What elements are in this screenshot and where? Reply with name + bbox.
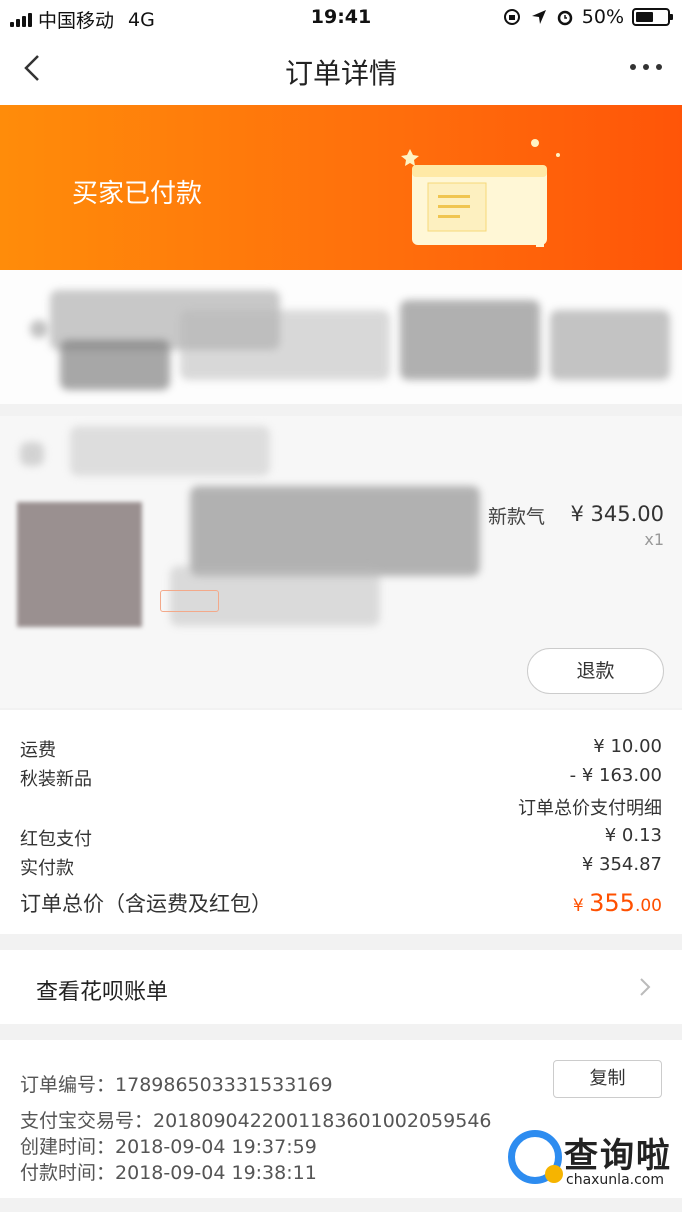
product-tag bbox=[160, 590, 219, 612]
order-status-text: 买家已付款 bbox=[72, 179, 203, 209]
product-thumbnail[interactable] bbox=[17, 502, 142, 627]
orientation-lock-icon bbox=[503, 9, 520, 25]
alipay-trade-value: 2018090422001183601002059546 bbox=[153, 1110, 492, 1132]
total-decimal: .00 bbox=[634, 896, 662, 916]
product-title[interactable]: 新款气 bbox=[488, 502, 545, 529]
page-title: 订单详情 bbox=[284, 57, 397, 90]
alarm-icon bbox=[557, 10, 573, 26]
fee-row: 运费 ¥ 10.00 bbox=[20, 736, 662, 762]
order-status-banner: 买家已付款 bbox=[0, 105, 682, 270]
fee-label: 运费 bbox=[20, 740, 56, 761]
payment-amount: ¥ 354.87 bbox=[581, 854, 662, 875]
order-number-line: 订单编号：178986503331533169 bbox=[20, 1070, 333, 1097]
paid-time-line: 付款时间：2018-09-04 19:38:11 bbox=[20, 1158, 317, 1185]
created-time-label: 创建时间： bbox=[20, 1136, 116, 1158]
created-time-line: 创建时间：2018-09-04 19:37:59 bbox=[20, 1132, 317, 1159]
refund-button[interactable]: 退款 bbox=[527, 648, 664, 694]
battery-percent: 50% bbox=[581, 6, 624, 28]
payment-amount: ¥ 0.13 bbox=[604, 825, 662, 846]
payment-row: 红包支付 ¥ 0.13 bbox=[20, 825, 662, 851]
nav-bar: 订单详情 bbox=[0, 34, 682, 105]
created-time-value: 2018-09-04 19:37:59 bbox=[115, 1136, 317, 1158]
watermark-title: 查询啦 bbox=[564, 1136, 672, 1176]
paid-time-value: 2018-09-04 19:38:11 bbox=[115, 1162, 317, 1184]
status-bar: 中国移动 4G 19:41 50% bbox=[0, 0, 682, 34]
copy-order-number-button[interactable]: 复制 bbox=[553, 1060, 662, 1098]
shop-product-section: 新款气 ¥ 345.00 x1 退款 bbox=[0, 416, 682, 708]
huabei-bill-label: 查看花呗账单 bbox=[36, 980, 169, 1005]
fee-label: 秋装新品 bbox=[20, 769, 92, 790]
shipping-address-redacted bbox=[0, 270, 682, 404]
status-right: 50% bbox=[502, 6, 673, 28]
total-integer: 355 bbox=[589, 889, 635, 917]
alipay-trade-label: 支付宝交易号： bbox=[20, 1110, 154, 1132]
location-arrow-icon bbox=[531, 10, 546, 24]
alipay-trade-line: 支付宝交易号：2018090422001183601002059546 bbox=[20, 1106, 492, 1133]
order-number-label: 订单编号： bbox=[20, 1074, 116, 1096]
payment-row: 实付款 ¥ 354.87 bbox=[20, 854, 662, 880]
battery-icon bbox=[632, 8, 673, 26]
order-total-row: 订单总价（含运费及红包） ¥ 355.00 bbox=[20, 888, 662, 918]
order-total-label: 订单总价（含运费及红包） bbox=[20, 892, 272, 916]
payment-label: 红包支付 bbox=[20, 829, 92, 850]
fee-row: 秋装新品 - ¥ 163.00 bbox=[20, 765, 662, 791]
payment-label: 实付款 bbox=[20, 858, 74, 879]
payment-detail-link[interactable]: 订单总价支付明细 bbox=[518, 794, 662, 820]
package-illustration-icon bbox=[401, 139, 560, 247]
chevron-right-icon bbox=[640, 978, 651, 996]
price-breakdown: 运费 ¥ 10.00 秋装新品 - ¥ 163.00 订单总价支付明细 红包支付… bbox=[0, 710, 682, 934]
site-watermark: 查询啦 chaxunla.com bbox=[508, 1128, 678, 1192]
paid-time-label: 付款时间： bbox=[20, 1162, 116, 1184]
product-price: ¥ 345.00 bbox=[570, 502, 664, 526]
more-menu-icon[interactable] bbox=[630, 64, 662, 74]
total-currency: ¥ bbox=[572, 896, 584, 916]
watermark-subtitle: chaxunla.com bbox=[566, 1172, 664, 1188]
order-number-value: 178986503331533169 bbox=[115, 1074, 333, 1096]
product-quantity: x1 bbox=[644, 530, 664, 549]
huabei-bill-row[interactable]: 查看花呗账单 bbox=[0, 950, 682, 1024]
order-total-amount: ¥ 355.00 bbox=[573, 889, 662, 917]
search-logo-icon bbox=[508, 1130, 563, 1184]
fee-amount: ¥ 10.00 bbox=[593, 736, 662, 757]
fee-amount: - ¥ 163.00 bbox=[569, 765, 662, 786]
